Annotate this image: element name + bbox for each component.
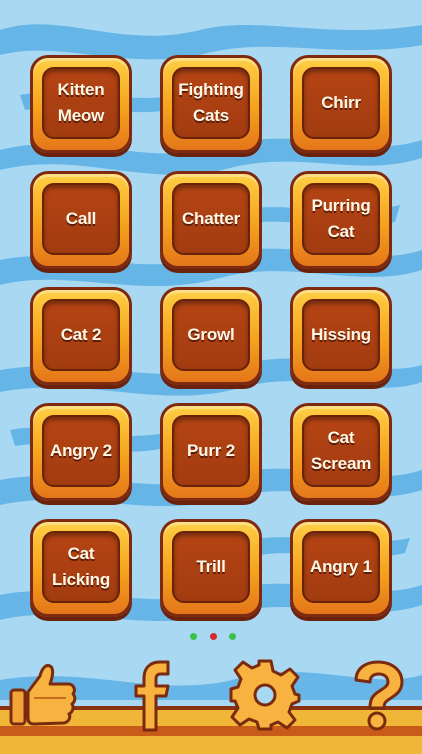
thumbs-up-icon [9,664,77,726]
like-button[interactable] [6,658,80,732]
sound-button-label: Kitten Meow [57,80,105,125]
sound-button[interactable]: Angry 2 [30,403,132,501]
settings-button[interactable] [228,658,302,732]
sound-button-label: Hissing [310,325,371,344]
sound-button[interactable]: Kitten Meow [30,55,132,153]
sound-button-label: Chirr [321,93,361,112]
page-dot-active[interactable] [209,632,217,640]
sound-button[interactable]: Purring Cat [290,171,392,269]
gear-icon [229,659,301,731]
sound-button[interactable]: Chatter [160,171,262,269]
sound-button-label: Purr 2 [187,441,235,460]
sound-button-label: Chatter [181,209,241,228]
sound-button-label: Angry 1 [310,557,372,576]
sound-button-label: Purring Cat [311,196,371,241]
page-indicator[interactable] [190,631,236,641]
sound-button[interactable]: Purr 2 [160,403,262,501]
sound-button-label: Growl [187,325,235,344]
sound-button[interactable]: Chirr [290,55,392,153]
sound-button[interactable]: Fighting Cats [160,55,262,153]
sound-button-label: Angry 2 [50,441,112,460]
sound-button-label: Trill [196,557,226,576]
facebook-button[interactable]: f [116,658,190,732]
sound-button[interactable]: Cat 2 [30,287,132,385]
sound-button-label: Cat Licking [51,544,111,589]
sound-button[interactable]: Hissing [290,287,392,385]
sound-button[interactable]: Growl [160,287,262,385]
page-dot[interactable] [190,632,197,640]
sound-button[interactable]: Cat Licking [30,519,132,617]
sound-button[interactable]: Call [30,171,132,269]
sound-button-label: Cat 2 [60,325,102,344]
sound-button-label: Fighting Cats [178,80,244,125]
help-button[interactable]: ? [342,658,416,732]
sound-grid: Kitten Meow Fighting Cats Chirr Call Cha… [30,55,392,617]
sound-button-label: Cat Scream [310,428,372,473]
sound-button[interactable]: Cat Scream [290,403,392,501]
sound-button-label: Call [65,209,97,228]
page-dot[interactable] [229,632,236,640]
sound-button[interactable]: Angry 1 [290,519,392,617]
sound-button[interactable]: Trill [160,519,262,617]
